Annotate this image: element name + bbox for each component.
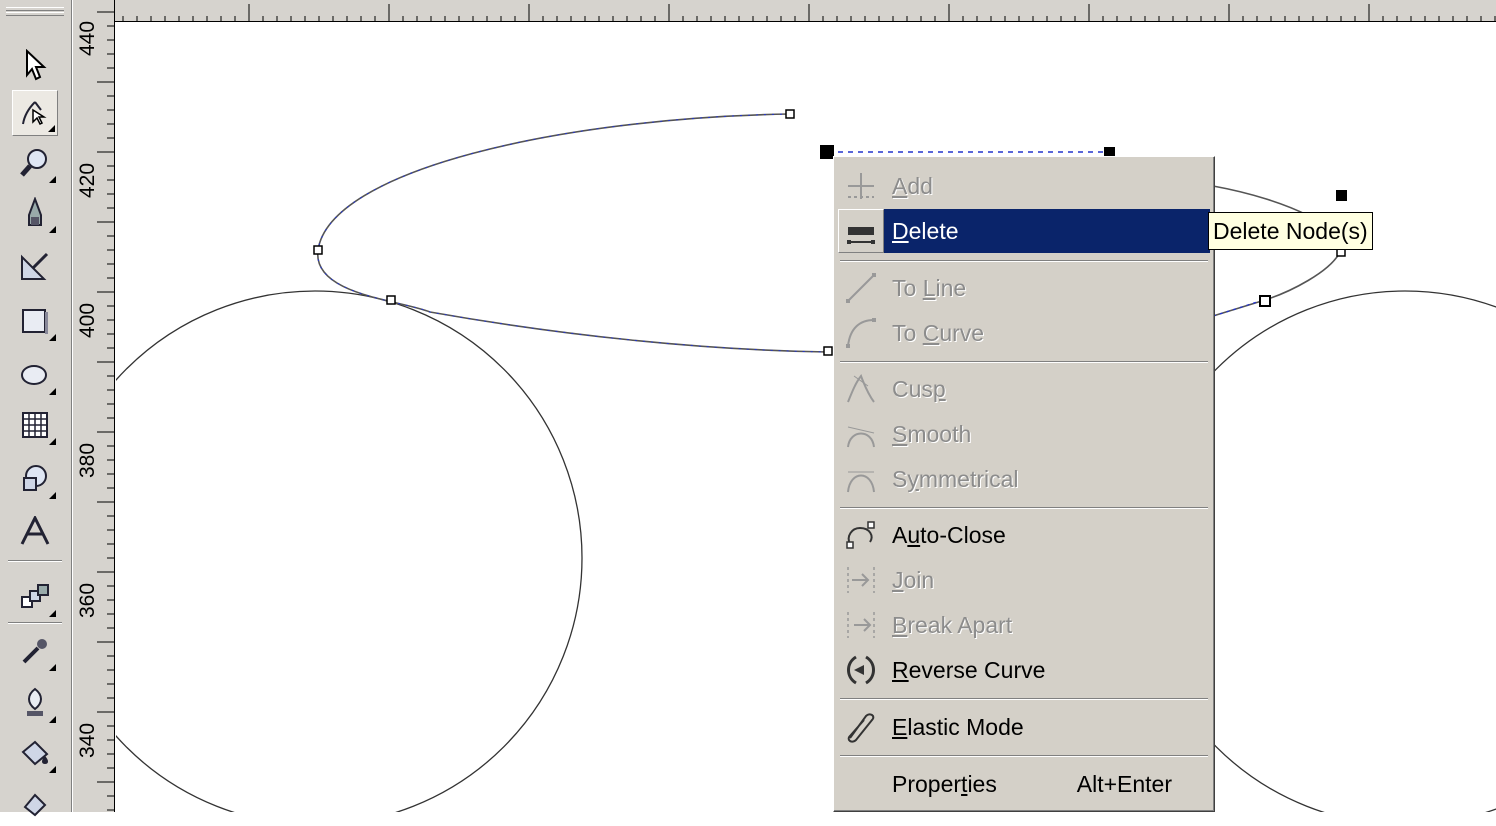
menu-item-add[interactable]: Add <box>838 164 1210 208</box>
join-icon <box>838 558 884 602</box>
menu-item-smooth[interactable]: Smooth <box>838 412 1210 456</box>
toolbox-separator-2 <box>8 622 62 624</box>
symmetrical-icon <box>838 457 884 501</box>
ruler-label: 400 <box>76 302 99 338</box>
menu-item-elastic-mode[interactable]: Elastic Mode <box>838 705 1210 749</box>
menu-item-delete[interactable]: Delete <box>838 209 1210 253</box>
curve-node[interactable] <box>386 295 396 305</box>
menu-item-label: To Curve <box>892 319 985 346</box>
menu-separator <box>840 361 1208 363</box>
cusp-icon <box>838 367 884 411</box>
ruler-label: 340 <box>76 722 99 758</box>
ellipse-tool-icon[interactable] <box>12 352 58 398</box>
toolbox-grip-2[interactable] <box>6 12 64 16</box>
break-apart-icon <box>838 603 884 647</box>
menu-item-symmetrical[interactable]: Symmetrical <box>838 457 1210 501</box>
selected-node[interactable] <box>820 145 834 159</box>
to-curve-icon <box>838 311 884 355</box>
to-line-icon <box>838 266 884 310</box>
interactive-blend-tool-icon[interactable] <box>12 574 58 620</box>
reverse-curve-icon <box>838 648 884 692</box>
menu-item-label: Auto-Close <box>892 521 1006 548</box>
selected-node[interactable] <box>1336 190 1347 201</box>
auto-close-icon <box>838 513 884 557</box>
curve-node[interactable] <box>313 245 323 255</box>
menu-item-label: Cusp <box>892 375 946 402</box>
toolbox-grip[interactable] <box>6 7 64 11</box>
delete-node-icon <box>838 209 884 253</box>
menu-item-reverse-curve[interactable]: Reverse Curve <box>838 648 1210 692</box>
menu-item-label: Smooth <box>892 420 972 447</box>
basic-shapes-tool-icon[interactable] <box>12 456 58 502</box>
menu-item-label: Add <box>892 172 933 199</box>
menu-item-cusp[interactable]: Cusp <box>838 367 1210 411</box>
toolbox <box>0 0 72 817</box>
menu-item-break-apart[interactable]: Break Apart <box>838 603 1210 647</box>
menu-item-label: Break Apart <box>892 611 1013 638</box>
curve-node[interactable] <box>823 346 833 356</box>
ruler-label: 440 <box>76 20 99 56</box>
drawing-canvas[interactable] <box>116 23 1496 812</box>
smooth-icon <box>838 412 884 456</box>
menu-item-label: Properties <box>892 770 997 797</box>
tooltip: Delete Node(s) <box>1208 212 1373 250</box>
menu-separator <box>840 260 1208 262</box>
ruler-label: 420 <box>76 162 99 198</box>
toolbox-separator <box>8 560 62 562</box>
left-circle[interactable] <box>116 290 583 812</box>
fill-tool-icon[interactable] <box>12 730 58 776</box>
elastic-mode-icon <box>838 705 884 749</box>
vertical-ruler[interactable] <box>73 0 115 812</box>
menu-item-label: Symmetrical <box>892 465 1019 492</box>
menu-item-accelerator: Alt+Enter <box>1076 770 1172 797</box>
rectangle-tool-icon[interactable] <box>12 298 58 344</box>
menu-item-to-curve[interactable]: To Curve <box>838 311 1210 355</box>
menu-item-auto-close[interactable]: Auto-Close <box>838 513 1210 557</box>
freehand-tool-icon[interactable] <box>12 190 58 236</box>
smart-fill-tool-icon[interactable] <box>12 244 58 290</box>
shape-tool-icon[interactable] <box>12 90 58 136</box>
node-context-menu: Add Delete To Line To Curve Cusp Smooth <box>833 156 1215 812</box>
menu-item-label: Elastic Mode <box>892 713 1024 740</box>
menu-item-label: Delete <box>892 217 959 244</box>
zoom-tool-icon[interactable] <box>12 140 58 186</box>
graph-paper-tool-icon[interactable] <box>12 402 58 448</box>
menu-item-label: Reverse Curve <box>892 656 1046 683</box>
menu-item-join[interactable]: Join <box>838 558 1210 602</box>
menu-separator <box>840 698 1208 700</box>
ruler-label: 360 <box>76 582 99 618</box>
pick-tool-icon[interactable] <box>12 42 58 88</box>
eyedropper-tool-icon[interactable] <box>12 628 58 674</box>
menu-item-label: To Line <box>892 274 967 301</box>
menu-item-properties[interactable]: Properties Alt+Enter <box>838 762 1210 806</box>
outline-pen-tool-icon[interactable] <box>12 680 58 726</box>
menu-item-label: Join <box>892 566 935 593</box>
horizontal-ruler[interactable] <box>73 0 1496 22</box>
text-tool-icon[interactable] <box>12 508 58 554</box>
curve-node[interactable] <box>1259 295 1271 307</box>
curve-node[interactable] <box>785 109 795 119</box>
menu-separator <box>840 755 1208 757</box>
ruler-label: 380 <box>76 442 99 478</box>
menu-separator <box>840 507 1208 509</box>
add-node-icon <box>838 164 884 208</box>
interactive-fill-tool-icon[interactable] <box>12 780 58 826</box>
menu-item-to-line[interactable]: To Line <box>838 266 1210 310</box>
